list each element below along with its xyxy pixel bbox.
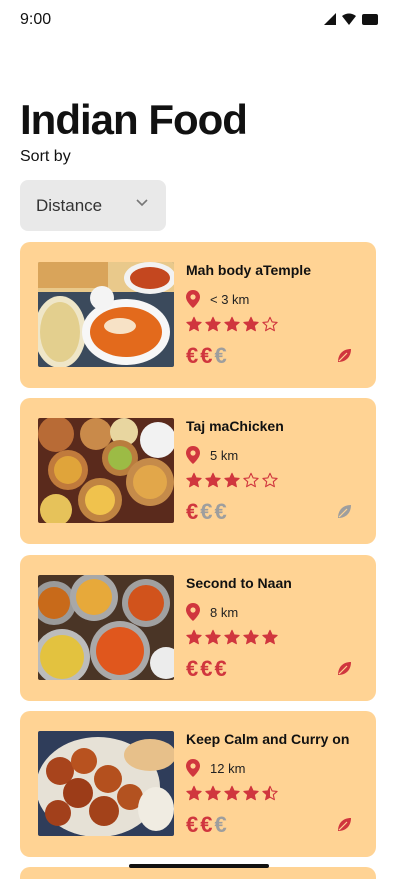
page-title: Indian Food xyxy=(20,96,248,143)
star-filled-icon xyxy=(224,472,240,488)
restaurant-card-partial[interactable] xyxy=(20,867,376,879)
star-filled-icon xyxy=(205,629,221,645)
euro-active-icon: € xyxy=(186,499,199,524)
star-filled-icon xyxy=(205,472,221,488)
euro-active-icon: € xyxy=(186,812,199,837)
price-level: € € € xyxy=(186,343,227,369)
star-filled-icon xyxy=(243,629,259,645)
restaurant-name: Keep Calm and Curry on xyxy=(186,731,350,747)
star-filled-icon xyxy=(205,785,221,801)
star-filled-icon xyxy=(224,785,240,801)
star-filled-icon xyxy=(186,785,202,801)
rating-stars xyxy=(186,316,278,332)
euro-inactive-icon: € xyxy=(200,499,213,524)
star-filled-icon xyxy=(205,316,221,332)
home-indicator[interactable] xyxy=(129,864,269,868)
restaurant-photo xyxy=(38,731,174,836)
status-time: 9:00 xyxy=(20,11,52,28)
restaurant-card[interactable]: Keep Calm and Curry on 12 km € € € xyxy=(20,711,376,857)
restaurant-card[interactable]: Mah body aTemple < 3 km € € € xyxy=(20,242,376,388)
distance-text: 5 km xyxy=(210,447,239,463)
restaurant-name: Mah body aTemple xyxy=(186,262,311,278)
price-level: € € € xyxy=(186,499,227,525)
euro-active-icon: € xyxy=(186,656,199,681)
location-pin-icon xyxy=(186,603,200,621)
price-level: € € € xyxy=(186,656,227,682)
euro-active-icon: € xyxy=(200,656,213,681)
restaurant-distance: 8 km xyxy=(186,603,238,621)
status-bar: 9:00 xyxy=(0,0,400,40)
restaurant-card[interactable]: Taj maChicken 5 km € € € xyxy=(20,398,376,544)
euro-active-icon: € xyxy=(214,656,227,681)
euro-inactive-icon: € xyxy=(214,812,227,837)
leaf-icon xyxy=(337,817,352,837)
euro-active-icon: € xyxy=(186,343,199,368)
star-filled-icon xyxy=(186,629,202,645)
signal-icon xyxy=(324,13,336,25)
star-empty-icon xyxy=(262,316,278,332)
rating-stars xyxy=(186,472,278,488)
star-empty-icon xyxy=(262,472,278,488)
star-empty-icon xyxy=(243,472,259,488)
restaurant-distance: < 3 km xyxy=(186,290,249,308)
star-half-icon xyxy=(262,785,278,801)
location-pin-icon xyxy=(186,759,200,777)
restaurant-photo xyxy=(38,262,174,367)
distance-text: 12 km xyxy=(210,760,246,776)
restaurant-photo xyxy=(38,575,174,680)
restaurant-photo xyxy=(38,418,174,523)
rating-stars xyxy=(186,785,278,801)
euro-active-icon: € xyxy=(200,343,213,368)
sort-dropdown-value: Distance xyxy=(36,195,103,215)
star-filled-icon xyxy=(186,472,202,488)
leaf-icon xyxy=(337,504,352,524)
rating-stars xyxy=(186,629,278,645)
sort-dropdown[interactable]: Distance xyxy=(20,180,166,231)
star-filled-icon xyxy=(262,629,278,645)
wifi-icon xyxy=(342,13,356,25)
star-filled-icon xyxy=(243,316,259,332)
restaurant-distance: 5 km xyxy=(186,446,238,464)
price-level: € € € xyxy=(186,812,227,838)
leaf-icon xyxy=(337,348,352,368)
restaurant-name: Taj maChicken xyxy=(186,418,284,434)
location-pin-icon xyxy=(186,446,200,464)
euro-inactive-icon: € xyxy=(214,343,227,368)
star-filled-icon xyxy=(224,316,240,332)
restaurant-distance: 12 km xyxy=(186,759,245,777)
star-filled-icon xyxy=(243,785,259,801)
battery-icon xyxy=(362,13,378,25)
status-icons xyxy=(324,13,378,25)
euro-inactive-icon: € xyxy=(214,499,227,524)
euro-active-icon: € xyxy=(200,812,213,837)
distance-text: 8 km xyxy=(210,604,239,620)
chevron-down-icon xyxy=(136,199,148,207)
distance-text: < 3 km xyxy=(210,291,250,307)
restaurant-card[interactable]: Second to Naan 8 km € € € xyxy=(20,555,376,701)
star-filled-icon xyxy=(186,316,202,332)
location-pin-icon xyxy=(186,290,200,308)
leaf-icon xyxy=(337,661,352,681)
star-filled-icon xyxy=(224,629,240,645)
restaurant-name: Second to Naan xyxy=(186,575,292,591)
sort-label: Sort by xyxy=(20,148,71,165)
